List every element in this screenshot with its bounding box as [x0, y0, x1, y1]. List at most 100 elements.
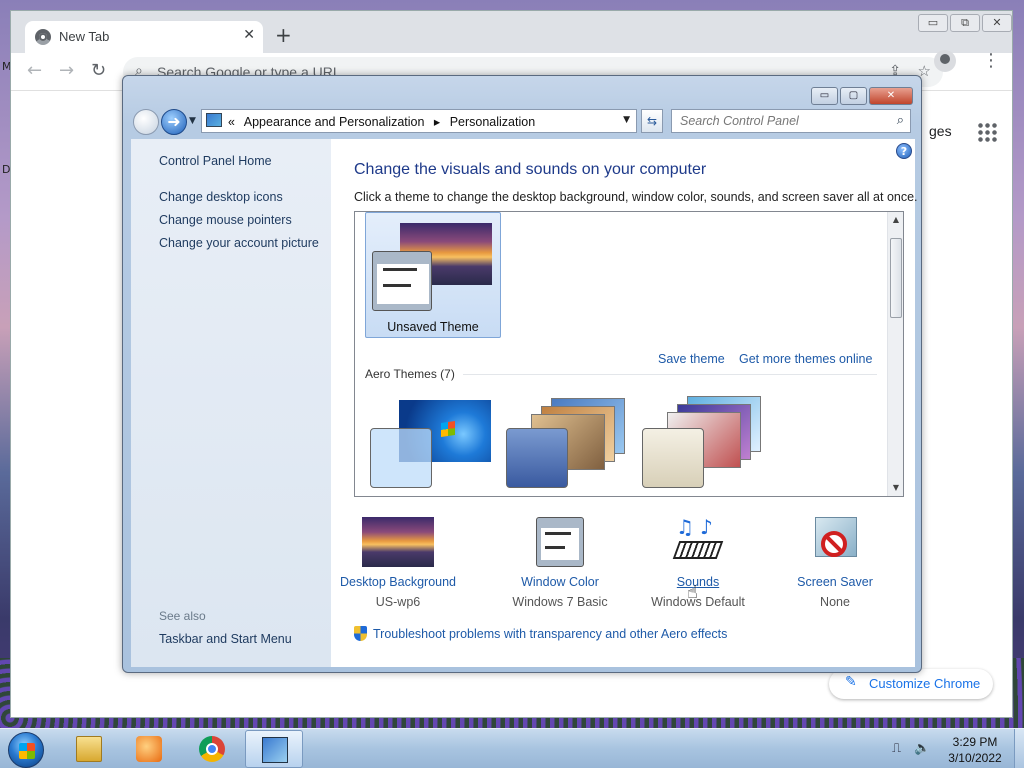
show-desktop-button[interactable]: [1014, 729, 1024, 768]
profile-icon[interactable]: [934, 50, 956, 72]
glass-color-preview: [506, 428, 568, 488]
glass-color-preview: [370, 428, 432, 488]
sounds-icon: ♫ ♪: [662, 515, 734, 567]
theme-windows-7[interactable]: [365, 390, 501, 490]
reload-button[interactable]: ↻: [91, 61, 106, 81]
scroll-up-icon[interactable]: ▲: [888, 212, 903, 228]
get-more-themes-link[interactable]: Get more themes online: [739, 352, 872, 366]
clock-date: 3/10/2022: [948, 751, 1002, 765]
see-also-label: See also: [159, 609, 206, 623]
window-color-icon: [536, 517, 584, 567]
search-input[interactable]: Search Control Panel ⌕: [671, 109, 911, 133]
theme-characters[interactable]: [637, 390, 773, 490]
troubleshoot-label[interactable]: Troubleshoot problems with transparency …: [373, 627, 727, 641]
address-dropdown-icon[interactable]: ▼: [623, 115, 630, 125]
personalization-main: ? Change the visuals and sounds on your …: [331, 139, 918, 667]
breadcrumb-overflow[interactable]: «: [228, 115, 235, 129]
sounds-link[interactable]: Sounds: [633, 575, 763, 589]
divider: [463, 374, 877, 375]
system-clock[interactable]: 3:29 PM 3/10/2022: [940, 734, 1010, 766]
theme-list[interactable]: Unsaved Theme Save theme Get more themes…: [354, 211, 904, 497]
maximize-button[interactable]: ▢: [840, 87, 867, 105]
taskbar-chrome[interactable]: [183, 730, 241, 768]
window-color-link[interactable]: Window Color: [495, 575, 625, 589]
breadcrumb-separator-icon[interactable]: ▸: [434, 115, 440, 129]
breadcrumb: « Appearance and Personalization ▸ Perso…: [228, 114, 541, 129]
customize-chrome-button[interactable]: ✎ Customize Chrome: [829, 669, 993, 699]
glass-color-preview: [642, 428, 704, 488]
save-theme-link[interactable]: Save theme: [658, 352, 725, 366]
tab-new-tab[interactable]: New Tab ✕: [25, 21, 263, 53]
restore-button[interactable]: ⧉: [950, 14, 980, 32]
images-link[interactable]: ges: [929, 123, 952, 139]
clock-time: 3:29 PM: [952, 735, 998, 749]
apps-grid-icon[interactable]: [977, 122, 997, 142]
desktop-background-icon: [362, 517, 434, 567]
volume-icon[interactable]: 🔈: [914, 741, 930, 756]
change-account-picture-link[interactable]: Change your account picture: [159, 236, 319, 250]
taskbar-control-panel[interactable]: [245, 730, 303, 768]
desktop-background-link[interactable]: Desktop Background: [333, 575, 463, 589]
page-subtitle: Click a theme to change the desktop back…: [354, 190, 918, 204]
close-button[interactable]: ✕: [869, 87, 913, 105]
network-icon[interactable]: ⎍: [892, 741, 901, 756]
theme-list-scrollbar[interactable]: ▲ ▼: [887, 212, 903, 496]
theme-architecture[interactable]: [501, 390, 637, 490]
taskbar-start-menu-link[interactable]: Taskbar and Start Menu: [159, 632, 292, 646]
chrome-icon: [35, 29, 51, 45]
chrome-tab-strip: New Tab ✕ + ▭ ⧉ ✕: [11, 11, 1012, 53]
taskbar-explorer[interactable]: [60, 730, 118, 768]
aero-themes-header: Aero Themes (7): [365, 367, 455, 381]
scroll-thumb[interactable]: [890, 238, 902, 318]
window-color-setting[interactable]: Window Color Windows 7 Basic: [495, 517, 625, 609]
tab-close-icon[interactable]: ✕: [243, 27, 255, 43]
minimize-button[interactable]: ▭: [811, 87, 838, 105]
back-button[interactable]: [133, 109, 159, 135]
search-placeholder: Search Control Panel: [680, 114, 799, 128]
breadcrumb-personalization[interactable]: Personalization: [450, 115, 535, 129]
control-panel-home-link[interactable]: Control Panel Home: [159, 154, 272, 168]
screen-saver-link[interactable]: Screen Saver: [770, 575, 900, 589]
screen-saver-value: None: [820, 595, 850, 609]
cp-window-controls: ▭ ▢ ✕: [809, 83, 913, 105]
help-icon[interactable]: ?: [896, 143, 912, 159]
refresh-button[interactable]: ⇆: [641, 109, 663, 133]
pencil-icon: ✎: [845, 674, 857, 690]
desktop-background-value: US-wp6: [375, 595, 421, 609]
forward-button[interactable]: →: [59, 61, 74, 81]
window-color-value: Windows 7 Basic: [512, 595, 608, 609]
shield-icon: [354, 626, 367, 641]
media-player-icon: [136, 736, 162, 762]
troubleshoot-link[interactable]: Troubleshoot problems with transparency …: [354, 626, 727, 641]
screen-saver-setting[interactable]: Screen Saver None: [770, 517, 900, 609]
customize-chrome-label: Customize Chrome: [869, 676, 981, 691]
theme-unsaved[interactable]: Unsaved Theme: [365, 212, 501, 338]
page-title: Change the visuals and sounds on your co…: [354, 161, 707, 178]
folder-icon: [76, 736, 102, 762]
taskbar-media-player[interactable]: [120, 730, 178, 768]
minimize-button[interactable]: ▭: [918, 14, 948, 32]
window-color-preview: [372, 251, 432, 311]
chrome-window-controls: ▭ ⧉ ✕: [916, 11, 1012, 32]
address-bar[interactable]: « Appearance and Personalization ▸ Perso…: [201, 109, 637, 133]
desktop-background-setting[interactable]: Desktop Background US-wp6: [333, 517, 463, 609]
back-button[interactable]: ←: [27, 61, 42, 81]
recent-pages-dropdown[interactable]: ▼: [189, 116, 196, 126]
change-mouse-pointers-link[interactable]: Change mouse pointers: [159, 213, 292, 227]
change-desktop-icons-link[interactable]: Change desktop icons: [159, 190, 283, 204]
control-panel-icon: [206, 113, 222, 127]
start-button[interactable]: [8, 732, 44, 768]
sounds-value: Windows Default: [651, 595, 745, 609]
taskbar: ⎍ 🔈 3:29 PM 3/10/2022: [0, 728, 1024, 768]
screen-saver-icon: [799, 517, 871, 567]
theme-name: Unsaved Theme: [387, 320, 479, 334]
close-button[interactable]: ✕: [982, 14, 1012, 32]
new-tab-button[interactable]: +: [275, 25, 292, 45]
breadcrumb-appearance[interactable]: Appearance and Personalization: [244, 115, 425, 129]
personalization-window: ▭ ▢ ✕ ➜ ▼ « Appearance and Personalization…: [122, 75, 922, 673]
forward-button[interactable]: ➜: [161, 109, 187, 135]
sounds-setting[interactable]: ♫ ♪ Sounds Windows Default: [633, 515, 763, 609]
hand-cursor-icon: ☝: [687, 582, 698, 603]
kebab-menu-icon[interactable]: ⋮: [982, 50, 1000, 71]
scroll-down-icon[interactable]: ▼: [888, 480, 903, 496]
